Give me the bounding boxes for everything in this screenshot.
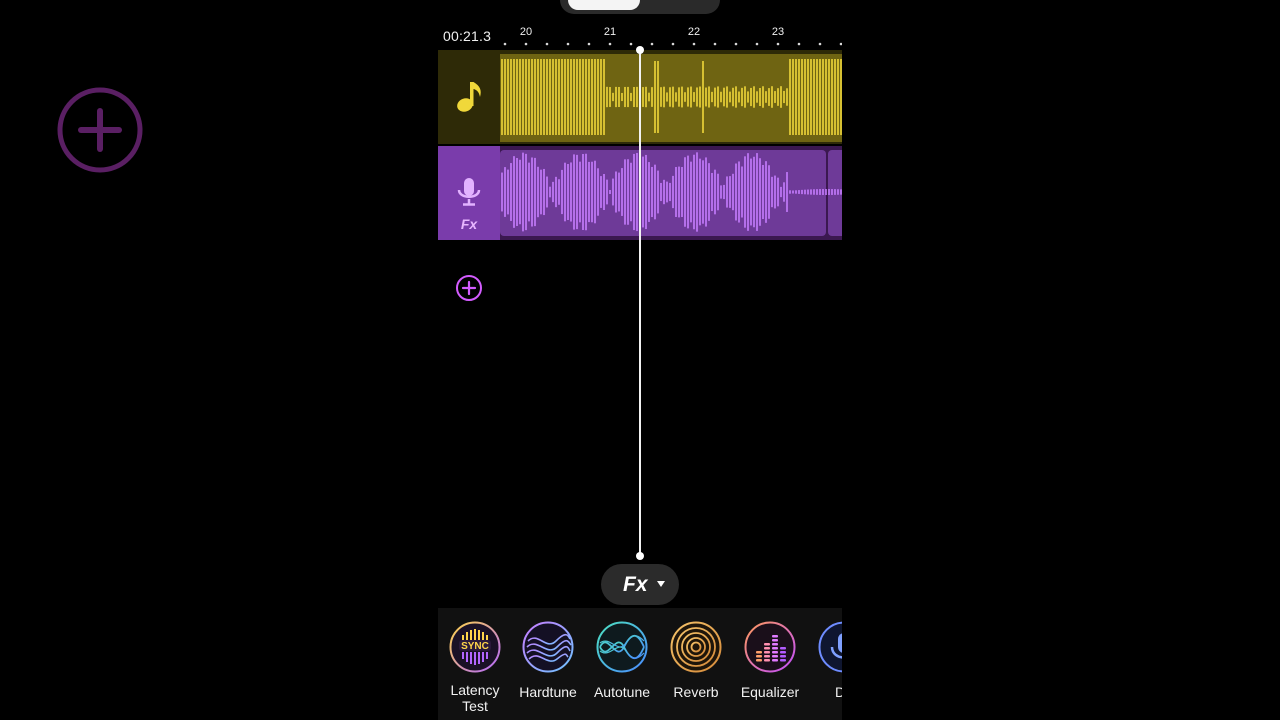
ruler-tick [566,42,570,46]
playhead-bottom-handle[interactable] [636,552,644,560]
fx-selector-button[interactable]: Fx [601,564,679,605]
ruler-tick [776,42,780,46]
caret-down-icon [657,581,665,587]
ruler-label-21: 21 [603,26,617,38]
autotune-icon [596,621,648,673]
effect-label: Equalizer [740,684,800,700]
ruler-tick [692,42,696,46]
effect-du[interactable]: Du [807,618,842,700]
playhead-top-handle[interactable] [636,46,644,54]
timeline-ruler[interactable] [438,0,842,50]
effect-label: Hardtune [519,684,577,700]
ruler-label-22: 22 [687,26,701,38]
effect-hardtune[interactable]: Hardtune [511,618,585,700]
ruler-tick [524,42,528,46]
effect-equalizer[interactable]: Equalizer [733,618,807,700]
ruler-tick [587,42,591,46]
effect-label: Latency Test [450,682,500,714]
playhead[interactable] [636,46,644,560]
effect-label: Reverb [673,684,719,700]
ruler-tick [839,42,842,46]
add-track-icon[interactable] [455,274,483,302]
ruler-tick [713,42,717,46]
ruler-tick [650,42,654,46]
ruler-label-23: 23 [771,26,785,38]
sync-icon: SYNC [449,621,501,673]
sync-badge: SYNC [461,641,489,652]
ruler-tick [671,42,675,46]
ruler-tick [629,42,633,46]
ruler-tick [755,42,759,46]
add-circle-icon[interactable] [57,87,143,173]
effect-autotune[interactable]: Autotune [585,618,659,700]
ruler-label-20: 20 [519,26,533,38]
effects-panel: SYNC Latency Test Hardtune Autotune Reve… [438,608,842,720]
ruler-tick [818,42,822,46]
effect-latency-test[interactable]: SYNC Latency Test [438,618,512,714]
ruler-tick [734,42,738,46]
equalizer-icon [744,621,796,673]
effect-label: Autotune [593,684,651,700]
effect-label: Du [835,684,842,700]
editor-screen: 00:21.3 20 21 22 23 Fx Fx SYNC Latency T… [438,0,842,720]
ruler-tick [545,42,549,46]
hardtune-icon [522,621,574,673]
ruler-tick [797,42,801,46]
ruler-tick [503,42,507,46]
ruler-tick [608,42,612,46]
effect-reverb[interactable]: Reverb [659,618,733,700]
mic-effect-icon [818,621,842,673]
fx-selector-label: Fx [623,573,648,596]
reverb-icon [670,621,722,673]
